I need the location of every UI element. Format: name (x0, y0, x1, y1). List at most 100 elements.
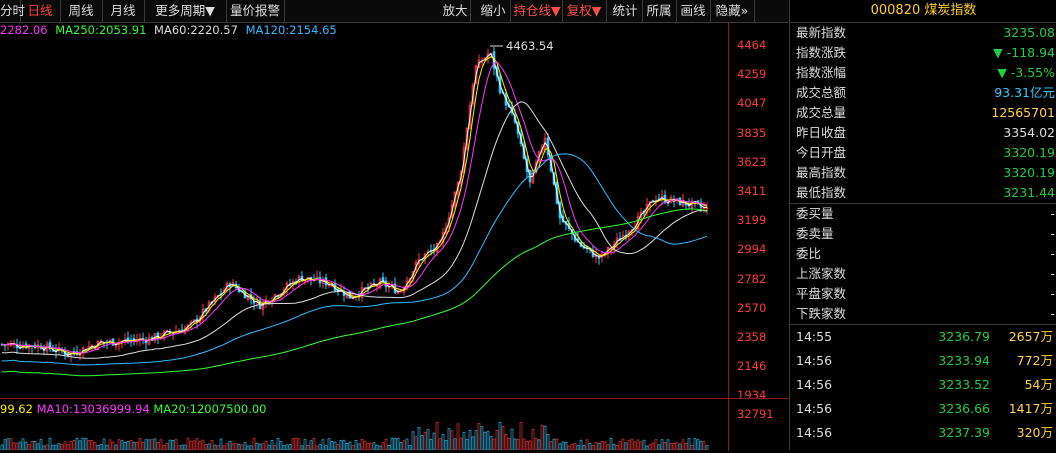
toolbar-item-4[interactable]: 更多周期▼ (144, 0, 227, 22)
volume-bar (444, 439, 448, 451)
volume-bar (411, 431, 415, 451)
quote-row: 最新指数 3235.08 (790, 23, 1056, 43)
price-axis-label: 4047 (737, 96, 767, 111)
volume-bar (135, 441, 139, 451)
toolbar-item-11[interactable]: 所属 (642, 0, 677, 22)
quote-label: 指数涨幅 (796, 65, 847, 80)
volume-bar (87, 440, 91, 451)
volume-bar (246, 445, 250, 451)
quote-label: 今日开盘 (796, 145, 847, 160)
volume-bar (648, 444, 652, 451)
volume-bar (162, 445, 166, 451)
volume-bar (291, 438, 295, 451)
toolbar-item-9[interactable]: 复权▼ (562, 0, 607, 22)
order-label: 平盘家数 (796, 286, 847, 301)
ma10-line (1, 56, 708, 355)
volume-bar (420, 435, 424, 451)
volume-bar (474, 430, 478, 451)
quote-value: 3320.19 (1003, 145, 1055, 160)
quote-label: 最低指数 (796, 185, 847, 200)
volume-bar (171, 439, 175, 451)
toolbar-item-12[interactable]: 画线 (676, 0, 711, 22)
volume-bar (315, 445, 319, 451)
tick-time: 14:56 (796, 425, 833, 440)
volume-bar (372, 442, 376, 451)
volume-bar (279, 441, 283, 451)
volume-bar (120, 440, 124, 451)
order-value: - (1050, 266, 1055, 281)
toolbar-item-6[interactable]: 放大 (440, 0, 471, 22)
volume-bar (573, 442, 577, 451)
volume-bar (465, 439, 469, 451)
volume-bar (303, 439, 307, 451)
volume-bar (336, 444, 340, 451)
volume-bar (252, 437, 256, 451)
volume-bar (57, 443, 61, 451)
volume-bar (150, 439, 154, 451)
order-label: 委买量 (796, 206, 834, 221)
volume-bar (405, 438, 409, 451)
order-row: 平盘家数 - (790, 284, 1056, 304)
volume-bar (165, 442, 169, 451)
volume-bar (489, 436, 493, 451)
volume-bar (3, 439, 7, 451)
toolbar-item-10[interactable]: 统计 (608, 0, 643, 22)
volume-bar (627, 439, 631, 451)
volume-bar (228, 440, 232, 451)
tick-row: 14:55 3236.79 2657万 (790, 325, 1056, 349)
tick-volume: 2657万 (1008, 329, 1053, 344)
volume-bar (636, 439, 640, 451)
order-value: - (1050, 306, 1055, 321)
candlestick-svg[interactable]: 4463.54 (0, 38, 728, 398)
volume-bar (576, 445, 580, 451)
volume-bar (513, 438, 517, 451)
toolbar-item-13[interactable]: 隐藏» (710, 0, 755, 22)
price-axis-label: 4464 (737, 38, 767, 52)
volume-bar (330, 441, 334, 451)
toolbar-item-3[interactable]: 月线 (102, 0, 145, 22)
volume-bar (153, 438, 157, 451)
tick-price: 3233.52 (938, 377, 990, 392)
volume-bar (294, 437, 298, 451)
toolbar-item-0[interactable]: 分时 (0, 0, 25, 22)
volume-bar (678, 443, 682, 451)
volume-bar (285, 444, 289, 451)
candlestick-chart[interactable]: 4463.54 (0, 38, 728, 398)
volume-bar (495, 430, 499, 451)
volume-bar (126, 441, 130, 451)
volume-bar (360, 439, 364, 451)
toolbar-item-5[interactable]: 量价报警 (226, 0, 285, 22)
volume-bar (375, 444, 379, 451)
volume-svg[interactable] (0, 418, 728, 451)
volume-bar (438, 438, 442, 451)
volume-bar (519, 421, 523, 451)
volume-bar (324, 445, 328, 451)
volume-bar (282, 445, 286, 451)
volume-bar (195, 438, 199, 451)
volume-bar (600, 441, 604, 451)
volume-bar (204, 444, 208, 451)
toolbar-item-2[interactable]: 周线 (60, 0, 103, 22)
volume-bar (483, 431, 487, 451)
volume-bar (102, 438, 106, 451)
volume-chart[interactable] (0, 418, 728, 451)
chart-toolbar: 分时 日线 周线 月线 更多周期▼ 量价报警 放大 缩小 持仓线▼ 复权▼ 统计 所属 画线 隐藏» (0, 0, 788, 23)
volume-bar (180, 444, 184, 451)
volume-bar (366, 442, 370, 451)
volume-bar (693, 438, 697, 451)
order-row: 委卖量 - (790, 224, 1056, 244)
volume-bar (552, 438, 556, 451)
tick-row: 14:56 3237.39 320万 (790, 421, 1056, 445)
volume-bar (402, 440, 406, 451)
volume-bar (633, 441, 637, 451)
toolbar-item-7[interactable]: 缩小 (476, 0, 511, 22)
volume-bar (492, 438, 496, 451)
volume-bar (579, 439, 583, 451)
quote-row: 成交总量 12565701 (790, 103, 1056, 123)
quote-label: 成交总量 (796, 105, 847, 120)
tick-row: 14:56 3236.66 1417万 (790, 397, 1056, 421)
tick-volume: 54万 (1024, 377, 1053, 392)
toolbar-item-8[interactable]: 持仓线▼ (512, 0, 563, 22)
toolbar-item-1[interactable]: 日线 (20, 0, 61, 22)
volume-bar (450, 430, 454, 451)
